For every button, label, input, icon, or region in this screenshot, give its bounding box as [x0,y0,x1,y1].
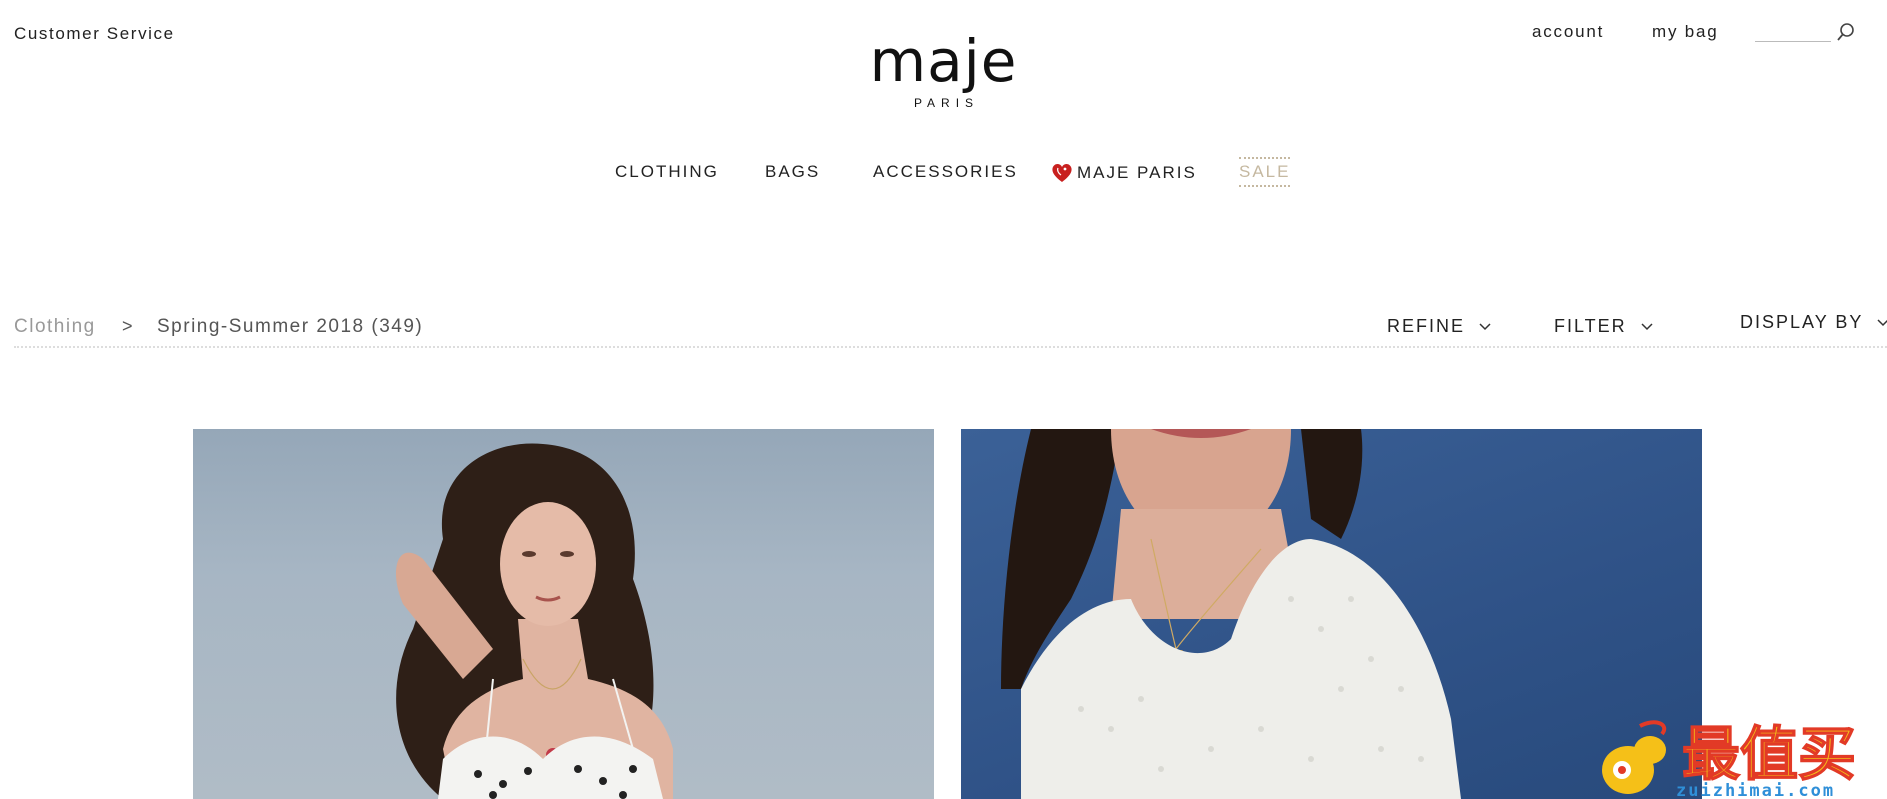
filter-label: FILTER [1554,316,1627,336]
breadcrumb-separator: > [122,316,133,336]
search-icon[interactable] [1836,22,1856,42]
refine-dropdown[interactable]: REFINE [1387,316,1491,337]
product-photo-polka-dot-top[interactable] [193,429,934,799]
search-input[interactable] [1755,18,1825,40]
chevron-down-icon [1479,322,1491,330]
zuizhimai-watermark: 最值买 zuizhimai.com [1600,712,1887,799]
nav-accessories[interactable]: ACCESSORIES [873,162,1018,182]
nav-maje-paris-label: MAJE PARIS [1077,163,1197,182]
nav-clothing[interactable]: CLOTHING [615,162,719,182]
breadcrumb-clothing[interactable]: Clothing [14,316,96,338]
nav-bags[interactable]: BAGS [765,162,820,182]
search-field[interactable] [1755,18,1831,42]
nav-sale[interactable]: SALE [1239,157,1291,187]
refine-label: REFINE [1387,316,1466,336]
breadcrumb-current: Spring-Summer 2018 (349) [157,316,424,337]
svg-text:最值买: 最值买 [1682,720,1856,788]
model-white-blouse-photo [1001,429,1461,799]
my-bag-link[interactable]: my bag [1652,22,1719,42]
chevron-down-icon [1877,318,1887,326]
zuizhimai-logo-image: 最值买 zuizhimai.com [1602,719,1857,799]
display-by-dropdown[interactable]: DISPLAY BY [1740,312,1887,333]
listing-toolbar: Clothing > Spring-Summer 2018 (349) REFI… [14,312,1887,348]
nav-maje-paris[interactable]: MAJE PARIS [1051,162,1197,184]
maje-logo[interactable]: maje PARIS [0,30,1887,110]
svg-text:zuizhimai.com: zuizhimai.com [1676,781,1835,799]
logo-subtitle: PARIS [913,96,980,110]
display-by-label: DISPLAY BY [1740,312,1864,332]
product-photo-white-blouse[interactable] [961,429,1702,799]
account-link[interactable]: account [1532,22,1604,42]
heart-icon [1052,163,1072,182]
filter-dropdown[interactable]: FILTER [1554,316,1653,337]
model-polka-dot-top-photo [395,443,673,799]
chevron-down-icon [1641,322,1653,330]
main-navigation: CLOTHING BAGS ACCESSORIES MAJE PARIS SAL… [0,157,1887,187]
